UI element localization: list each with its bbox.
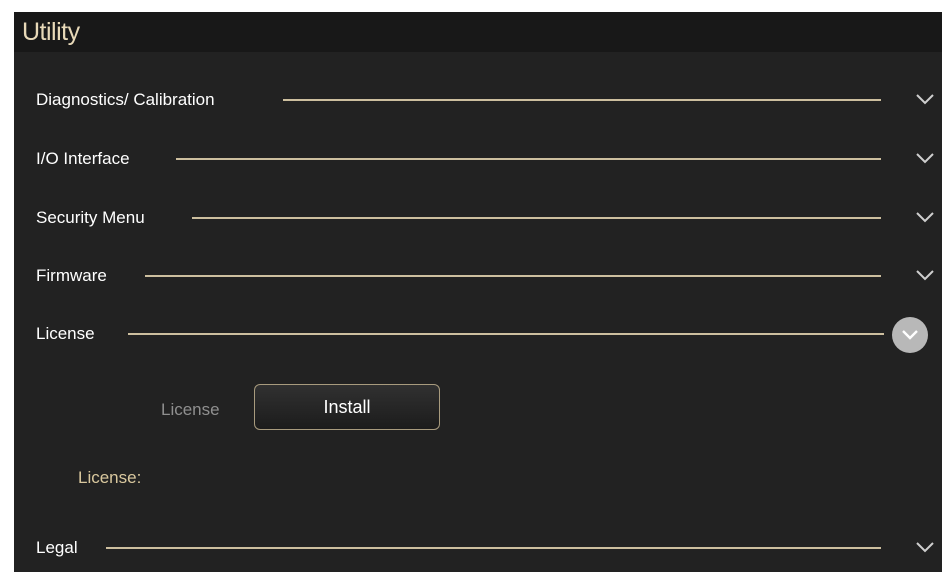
chevron-down-icon[interactable] <box>912 88 938 110</box>
section-label: Firmware <box>36 266 107 285</box>
section-diagnostics-calibration[interactable]: Diagnostics/ Calibration <box>14 78 942 122</box>
license-row-label: License <box>161 400 220 419</box>
chevron-down-circle-icon[interactable] <box>892 317 928 353</box>
chevron-down-icon[interactable] <box>912 536 938 558</box>
chevron-down-icon[interactable] <box>912 264 938 286</box>
divider <box>128 333 884 335</box>
divider <box>192 217 881 219</box>
section-label: I/O Interface <box>36 149 130 168</box>
license-info-label: License: <box>78 468 142 487</box>
section-firmware[interactable]: Firmware <box>14 254 942 298</box>
section-label: Diagnostics/ Calibration <box>36 90 215 109</box>
divider <box>106 547 881 549</box>
chevron-down-icon[interactable] <box>912 206 938 228</box>
section-license[interactable]: License <box>14 312 942 356</box>
utility-panel: Utility Diagnostics/ Calibration I/O Int… <box>14 12 942 572</box>
title-bar: Utility <box>14 12 942 52</box>
divider <box>283 99 881 101</box>
divider <box>176 158 881 160</box>
section-io-interface[interactable]: I/O Interface <box>14 137 942 181</box>
chevron-down-icon[interactable] <box>912 147 938 169</box>
section-security-menu[interactable]: Security Menu <box>14 196 942 240</box>
section-legal[interactable]: Legal <box>14 526 942 570</box>
section-label: Legal <box>36 538 78 557</box>
section-label: Security Menu <box>36 208 145 227</box>
page-title: Utility <box>22 18 80 46</box>
divider <box>145 275 881 277</box>
install-button[interactable]: Install <box>254 384 440 430</box>
section-label: License <box>36 324 95 343</box>
